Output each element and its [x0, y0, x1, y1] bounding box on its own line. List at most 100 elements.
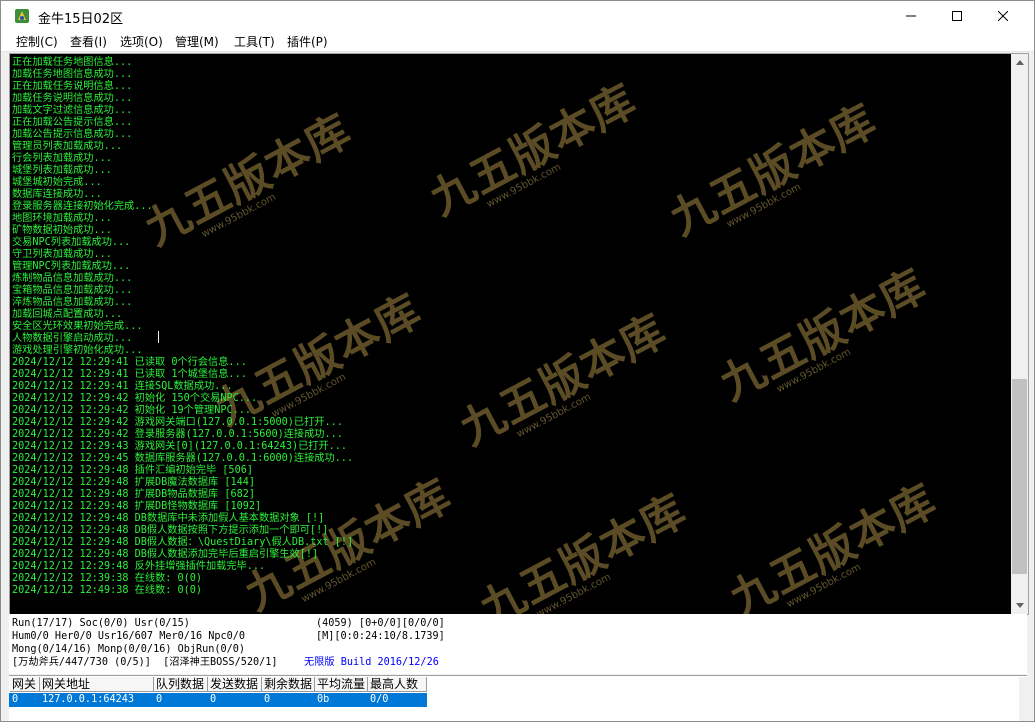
status-boss: [万劫斧兵/447/730 (0/5)] [沼泽神王BOSS/520/1] — [12, 657, 278, 668]
log-line: 2024/12/12 12:49:38 在线数: 0(0) — [12, 585, 203, 596]
menu-control[interactable]: 控制(C) — [14, 33, 60, 50]
menu-bar: 控制(C) 查看(I) 选项(O) 管理(M) 工具(T) 插件(P) — [1, 31, 1034, 52]
log-line: 加载文字过滤信息成功... — [12, 105, 133, 116]
scroll-up-button[interactable] — [1011, 54, 1028, 71]
log-line: 地图环境加载成功... — [12, 213, 112, 224]
watermark: 九五版本库 www.95bbk.com — [452, 304, 675, 456]
status-panel: Run(17/17) Soc(0/0) Usr(0/15) Hum0/0 Her… — [9, 614, 1027, 674]
table-cell: 0b — [317, 694, 330, 705]
log-line: 正在加载公告提示信息... — [12, 117, 133, 128]
scroll-down-button[interactable] — [1011, 597, 1028, 614]
log-line: 正在加载任务地图信息... — [12, 57, 133, 68]
log-line: 2024/12/12 12:29:43 游戏网关[0](127.0.0.1:64… — [12, 441, 348, 452]
column-header-avg-flow[interactable]: 平均流量 — [315, 677, 368, 692]
log-line: 交易NPC列表加载成功... — [12, 237, 131, 248]
maximize-button[interactable] — [934, 1, 980, 31]
watermark: 九五版本库 www.95bbk.com — [722, 474, 945, 614]
table-cell: 0 — [264, 694, 271, 705]
log-line: 管理员列表加载成功... — [12, 141, 123, 152]
table-cell: 127.0.0.1:64243 — [42, 694, 135, 705]
minimize-button[interactable] — [888, 1, 934, 31]
title-bar[interactable]: 金牛15日02区 — [1, 1, 1034, 31]
log-line: 加载任务说明信息成功... — [12, 93, 133, 104]
menu-view[interactable]: 查看(I) — [68, 33, 109, 50]
log-line: 炼制物品信息加载成功... — [12, 273, 133, 284]
status-counts: (4059) [0+0/0][0/0/0] — [316, 618, 445, 629]
log-line: 2024/12/12 12:29:48 DB数据库中未添加假人基本数据对象 [!… — [12, 513, 325, 524]
table-cell: 0 — [12, 694, 19, 705]
column-header-max-users[interactable]: 最高人数 — [368, 677, 427, 692]
log-line: 正在加载任务说明信息... — [12, 81, 133, 92]
status-uptime: [M][0:0:24:10/8.1739] — [316, 631, 445, 642]
status-run: Run(17/17) Soc(0/0) Usr(0/15) — [12, 618, 190, 629]
log-line: 2024/12/12 12:29:48 DB假人数据：\QuestDiary\假… — [12, 537, 354, 548]
chevron-down-icon — [1015, 603, 1024, 608]
log-line: 行会列表加载成功... — [12, 153, 112, 164]
watermark: 九五版本库 www.95bbk.com — [712, 259, 935, 411]
log-line: 2024/12/12 12:29:41 连接SQL数据成功... — [12, 381, 233, 392]
scrollbar-thumb[interactable] — [1012, 379, 1027, 574]
column-header-address[interactable]: 网关地址 — [40, 677, 154, 692]
log-output[interactable]: 九五版本库 www.95bbk.com 九五版本库 www.95bbk.com 九五… — [10, 54, 1010, 614]
log-line: 2024/12/12 12:29:42 初始化 150个交易NPC... — [12, 393, 258, 404]
log-line: 加载回城点配置成功... — [12, 309, 123, 320]
minimize-icon — [906, 15, 916, 17]
column-header-sent[interactable]: 发送数据 — [208, 677, 262, 692]
log-line: 2024/12/12 12:29:45 数据库服务器(127.0.0.1:600… — [12, 453, 354, 464]
log-line: 安全区光环效果初始完成... — [12, 321, 143, 332]
window-title: 金牛15日02区 — [38, 12, 124, 27]
log-line: 2024/12/12 12:29:48 扩展DB物品数据库 [682] — [12, 489, 256, 500]
log-line: 加载任务地图信息成功... — [12, 69, 133, 80]
side-panel-edge — [1019, 677, 1034, 721]
log-line: 2024/12/12 12:29:41 已读取 1个城堡信息... — [12, 369, 247, 380]
log-line: 2024/12/12 12:29:42 初始化 19个管理NPC... — [12, 405, 251, 416]
app-window: 金牛15日02区 控制(C) 查看(I) 选项(O) 管理(M) 工具(T) 插… — [0, 0, 1035, 722]
menu-tools[interactable]: 工具(T) — [232, 33, 277, 50]
log-line: 守卫列表加载成功... — [12, 249, 112, 260]
log-line: 游戏处理引擎初始化成功... — [12, 345, 143, 356]
log-line: 2024/12/12 12:29:48 扩展DB怪物数据库 [1092] — [12, 501, 262, 512]
status-mon: Mong(0/14/16) Monp(0/0/16) ObjRun(0/0) — [12, 644, 246, 655]
log-line: 数据库连接成功... — [12, 189, 102, 200]
menu-plugins[interactable]: 插件(P) — [285, 33, 330, 50]
status-build: 无限版 Build 2016/12/26 — [304, 657, 439, 668]
close-button[interactable] — [980, 1, 1026, 31]
watermark: 九五版本库 www.95bbk.com — [472, 484, 695, 614]
log-console[interactable]: 九五版本库 www.95bbk.com 九五版本库 www.95bbk.com 九五… — [9, 53, 1029, 615]
log-line: 加载公告提示信息成功... — [12, 129, 133, 140]
text-cursor — [158, 331, 159, 343]
app-icon — [15, 9, 29, 23]
log-line: 2024/12/12 12:29:48 插件汇编初始完毕 [506] — [12, 465, 253, 476]
log-line: 2024/12/12 12:29:42 游戏网关端口(127.0.0.1:500… — [12, 417, 343, 428]
log-line: 登录服务器连接初始化完成... — [12, 201, 153, 212]
table-cell: 0/0 — [370, 694, 389, 705]
column-header-queue[interactable]: 队列数据 — [154, 677, 208, 692]
column-header-remaining[interactable]: 剩余数据 — [262, 677, 315, 692]
table-cell: 0 — [210, 694, 217, 705]
maximize-icon — [952, 11, 962, 21]
watermark: 九五版本库 www.95bbk.com — [137, 104, 360, 256]
log-line: 人物数据引擎启动成功... — [12, 333, 133, 344]
menu-manage[interactable]: 管理(M) — [173, 33, 221, 50]
log-line: 矿物数据初始成功... — [12, 225, 112, 236]
close-icon — [998, 11, 1008, 21]
log-line: 2024/12/12 12:29:42 登录服务器(127.0.0.1:5600… — [12, 429, 343, 440]
log-line: 淬炼物品信息加载成功... — [12, 297, 133, 308]
gateway-table: 网关 网关地址 队列数据 发送数据 剩余数据 平均流量 最高人数 0 127.0… — [9, 675, 1027, 721]
column-header-gate[interactable]: 网关 — [10, 677, 40, 692]
log-line: 管理NPC列表加载成功... — [12, 261, 131, 272]
log-line: 2024/12/12 12:29:48 DB假人数据添加完毕后重启引擎生效[!] — [12, 549, 319, 560]
table-cell: 0 — [156, 694, 163, 705]
log-line: 2024/12/12 12:29:41 已读取 0个行会信息... — [12, 357, 247, 368]
chevron-up-icon — [1015, 60, 1024, 65]
menu-options[interactable]: 选项(O) — [118, 33, 165, 50]
vertical-scrollbar[interactable] — [1011, 54, 1028, 614]
log-line: 城堡城初始完成... — [12, 177, 102, 188]
watermark: 九五版本库 www.95bbk.com — [422, 74, 645, 226]
watermark: 九五版本库 www.95bbk.com — [662, 94, 885, 246]
log-line: 2024/12/12 12:29:48 扩展DB魔法数据库 [144] — [12, 477, 256, 488]
log-line: 城堡列表加载成功... — [12, 165, 112, 176]
log-line: 2024/12/12 12:29:48 DB假人数据按照下方提示添加一个即可[!… — [12, 525, 329, 536]
log-line: 宝箱物品信息加载成功... — [12, 285, 133, 296]
log-line: 2024/12/12 12:29:48 反外挂增强插件加载完毕... — [12, 561, 266, 572]
